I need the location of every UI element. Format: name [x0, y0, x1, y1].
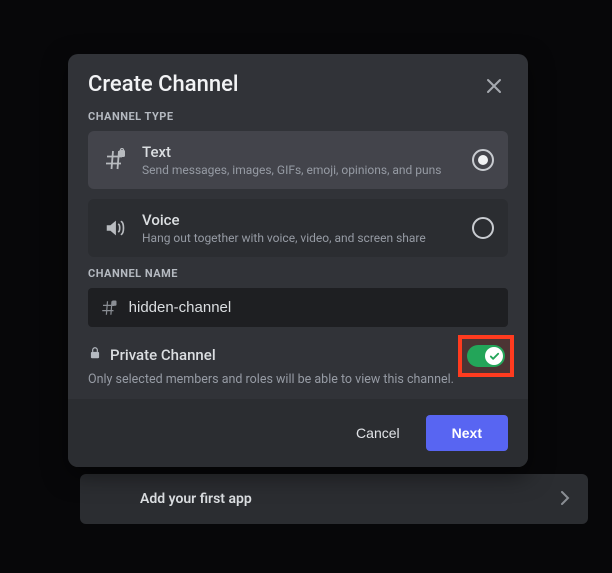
background-card-add-app[interactable]: Add your first app	[80, 474, 588, 524]
lock-icon	[88, 345, 102, 364]
option-title: Text	[142, 143, 458, 161]
channel-name-input[interactable]	[127, 298, 496, 317]
cancel-button[interactable]: Cancel	[342, 415, 414, 451]
option-title: Voice	[142, 211, 458, 229]
radio-unselected-icon	[472, 217, 494, 239]
modal-title: Create Channel	[88, 72, 239, 97]
private-channel-toggle[interactable]	[467, 345, 505, 367]
private-channel-desc: Only selected members and roles will be …	[88, 372, 508, 387]
option-desc: Hang out together with voice, video, and…	[142, 231, 458, 245]
speaker-icon	[102, 217, 128, 239]
modal-footer: Cancel Next	[68, 399, 528, 467]
channel-type-option-text[interactable]: Text Send messages, images, GIFs, emoji,…	[88, 131, 508, 189]
radio-selected-icon	[472, 149, 494, 171]
hash-lock-icon	[102, 148, 128, 172]
channel-type-option-voice[interactable]: Voice Hang out together with voice, vide…	[88, 199, 508, 257]
private-channel-label: Private Channel	[110, 346, 216, 364]
hash-lock-icon	[100, 299, 119, 317]
channel-name-label: CHANNEL NAME	[88, 267, 508, 280]
create-channel-modal: Create Channel CHANNEL TYPE Text Send me…	[68, 54, 528, 467]
close-button[interactable]	[480, 72, 508, 100]
close-icon	[484, 76, 504, 96]
option-desc: Send messages, images, GIFs, emoji, opin…	[142, 163, 458, 177]
channel-name-field-wrap[interactable]	[88, 288, 508, 327]
next-button[interactable]: Next	[426, 415, 508, 451]
check-icon	[489, 351, 500, 362]
channel-type-label: CHANNEL TYPE	[88, 110, 508, 123]
highlight-annotation	[458, 335, 514, 377]
chevron-right-icon	[560, 490, 570, 509]
toggle-knob	[485, 347, 503, 365]
background-card-text: Add your first app	[140, 491, 252, 507]
